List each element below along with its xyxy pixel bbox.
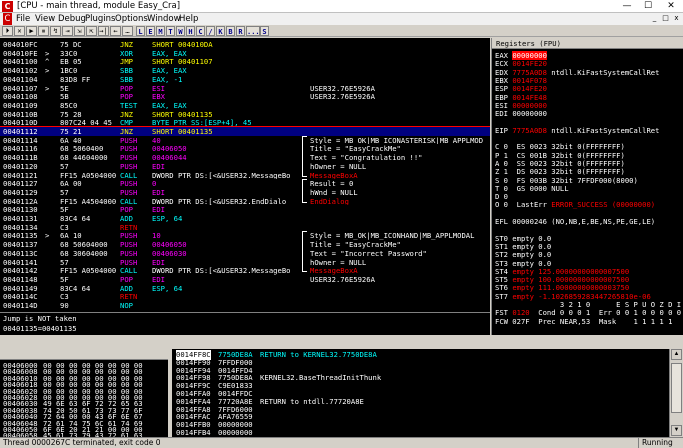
toolbar-window-4[interactable]: W [176,26,185,36]
toolbar-button-5[interactable]: ⇥ [62,26,73,36]
toolbar-window-3[interactable]: T [166,26,175,36]
toolbar-button-0[interactable]: ⏵ [2,26,13,36]
stack-row[interactable]: 0014FFA4 77720A8E RETURN to ntdll.77720A8E [172,397,669,406]
registers-pane[interactable]: Registers (FPU) EAX 00000000 ECX 0014FE20… [491,38,683,335]
hex-dump-pane[interactable]: Address Hex dump 00406000 00 00 00 00 00 … [0,349,168,437]
stack-row[interactable]: 0014FF90 7FFDF000 [172,358,669,367]
menu-bar: C File View Debug Plugins Options Window… [0,13,683,25]
stack-row[interactable]: 0014FF8C 7750DE8A RETURN to KERNEL32.7750D… [172,350,669,360]
minimize-button[interactable]: — [619,0,635,13]
disasm-mnemonic: NOP [120,301,133,310]
status-bar: Thread 0000267C terminated, exit code 0 … [0,437,683,448]
stack-row[interactable]: 0014FFA8 7FFD6000 [172,405,669,414]
toolbar-window-7[interactable]: / [206,26,215,36]
stack-scrollbar[interactable]: ▲ ▼ [669,349,683,437]
info-pane: Jump is NOT taken 00401135=00401135 [0,312,490,335]
toolbar-button-6[interactable]: ⇲ [74,26,85,36]
menu-plugins[interactable]: Plugins [85,13,115,25]
info-line-2: 00401135=00401135 [3,324,77,333]
disassembly-pane[interactable]: 004010FC 75 DC JNZ SHORT 004010DA 004010FE >… [0,38,490,312]
toolbar-window-6[interactable]: C [196,26,205,36]
stack-row[interactable]: 0014FF94 0014FFD4 [172,366,669,375]
toolbar-button-3[interactable]: ⏸ [38,26,49,36]
call-bracket [302,266,307,273]
disasm-row[interactable]: 0040114D 90 NOP [0,301,490,311]
toolbar-window-9[interactable]: B [226,26,235,36]
toolbar-button-4[interactable]: ↯ [50,26,61,36]
toolbar-window-0[interactable]: L [136,26,145,36]
disasm-hex: 90 [60,301,69,310]
toolbar-window-5[interactable]: H [186,26,195,36]
stack-pane[interactable]: 0014FF8C 7750DE8A RETURN to KERNEL32.7750D… [172,349,669,437]
status-state: Running [638,438,681,448]
toolbar-button-1[interactable]: ✕ [14,26,25,36]
stack-address: 0014FFB4 [176,428,211,437]
toolbar-window-2[interactable]: M [156,26,165,36]
maximize-button[interactable]: ☐ [640,0,656,13]
menu-cpu-icon[interactable]: C [3,13,12,25]
toolbar-button-9[interactable]: ← [110,26,121,36]
call-bracket [302,196,307,203]
call-bracket [302,170,307,177]
registers-header: Registers (FPU) [492,38,683,49]
toolbar-button-7[interactable]: ⇱ [86,26,97,36]
menu-help[interactable]: Help [179,13,198,25]
menu-window[interactable]: Window [147,13,181,25]
menu-file[interactable]: File [16,13,30,25]
toolbar-button-8[interactable]: →| [98,26,109,36]
stack-row[interactable]: 0014FFB4 00000000 [172,428,669,437]
disasm-address: 0040114D [3,301,38,310]
toolbar-window-1[interactable]: E [146,26,155,36]
status-text: Thread 0000267C terminated, exit code 0 [3,438,161,447]
info-line-1: Jump is NOT taken [3,314,77,323]
stack-row[interactable]: 0014FFA0 0014FFDC [172,389,669,398]
close-button[interactable]: ✕ [663,0,679,13]
stack-row[interactable]: 0014FFB0 00000000 [172,420,669,429]
menu-options[interactable]: Options [115,13,148,25]
stack-row[interactable]: 0014FF9C C9E01833 [172,381,669,390]
mdi-close-button[interactable]: x [672,14,681,23]
disasm-jump-mark [45,301,49,311]
mdi-restore-button[interactable]: □ [661,14,670,23]
stack-value: 00000000 [218,428,253,437]
register-part: FCW 027F Prec NEAR,53 Mask 1 1 1 1 1 [495,316,673,326]
dump-header: Address Hex dump [0,349,168,378]
register-line[interactable]: FCW 027F Prec NEAR,53 Mask 1 1 1 1 1 [495,317,683,326]
toolbar-window-10[interactable]: R [236,26,245,36]
scroll-thumb[interactable] [671,363,682,413]
mdi-minimize-button[interactable]: _ [650,14,659,23]
toolbar-window-8[interactable]: K [216,26,225,36]
menu-view[interactable]: View [35,13,55,25]
toolbar-window-11[interactable]: ... [246,26,260,36]
toolbar-button-2[interactable]: ▶ [26,26,37,36]
toolbar: ⏵ ✕ ▶ ⏸ ↯ ⇥ ⇲ ⇱ →| ←… L E M T W H C / K B R... S [0,25,683,37]
stack-row[interactable]: 0014FFAC AFA76559 [172,412,669,421]
window-title: [CPU - main thread, module Easy_Cra] [17,1,181,11]
toolbar-window-12[interactable]: S [260,26,269,36]
stack-row[interactable]: 0014FF98 7750DE8A KERNEL32.BaseThreadInitT… [172,373,669,382]
scroll-down-arrow-icon[interactable]: ▼ [671,425,682,436]
title-bar: C [CPU - main thread, module Easy_Cra] —… [0,0,683,13]
toolbar-button-10[interactable]: … [122,26,133,36]
pane-splitter[interactable] [0,335,683,349]
menu-debug[interactable]: Debug [58,13,86,25]
app-icon: C [2,1,13,12]
scroll-up-arrow-icon[interactable]: ▲ [671,349,682,360]
